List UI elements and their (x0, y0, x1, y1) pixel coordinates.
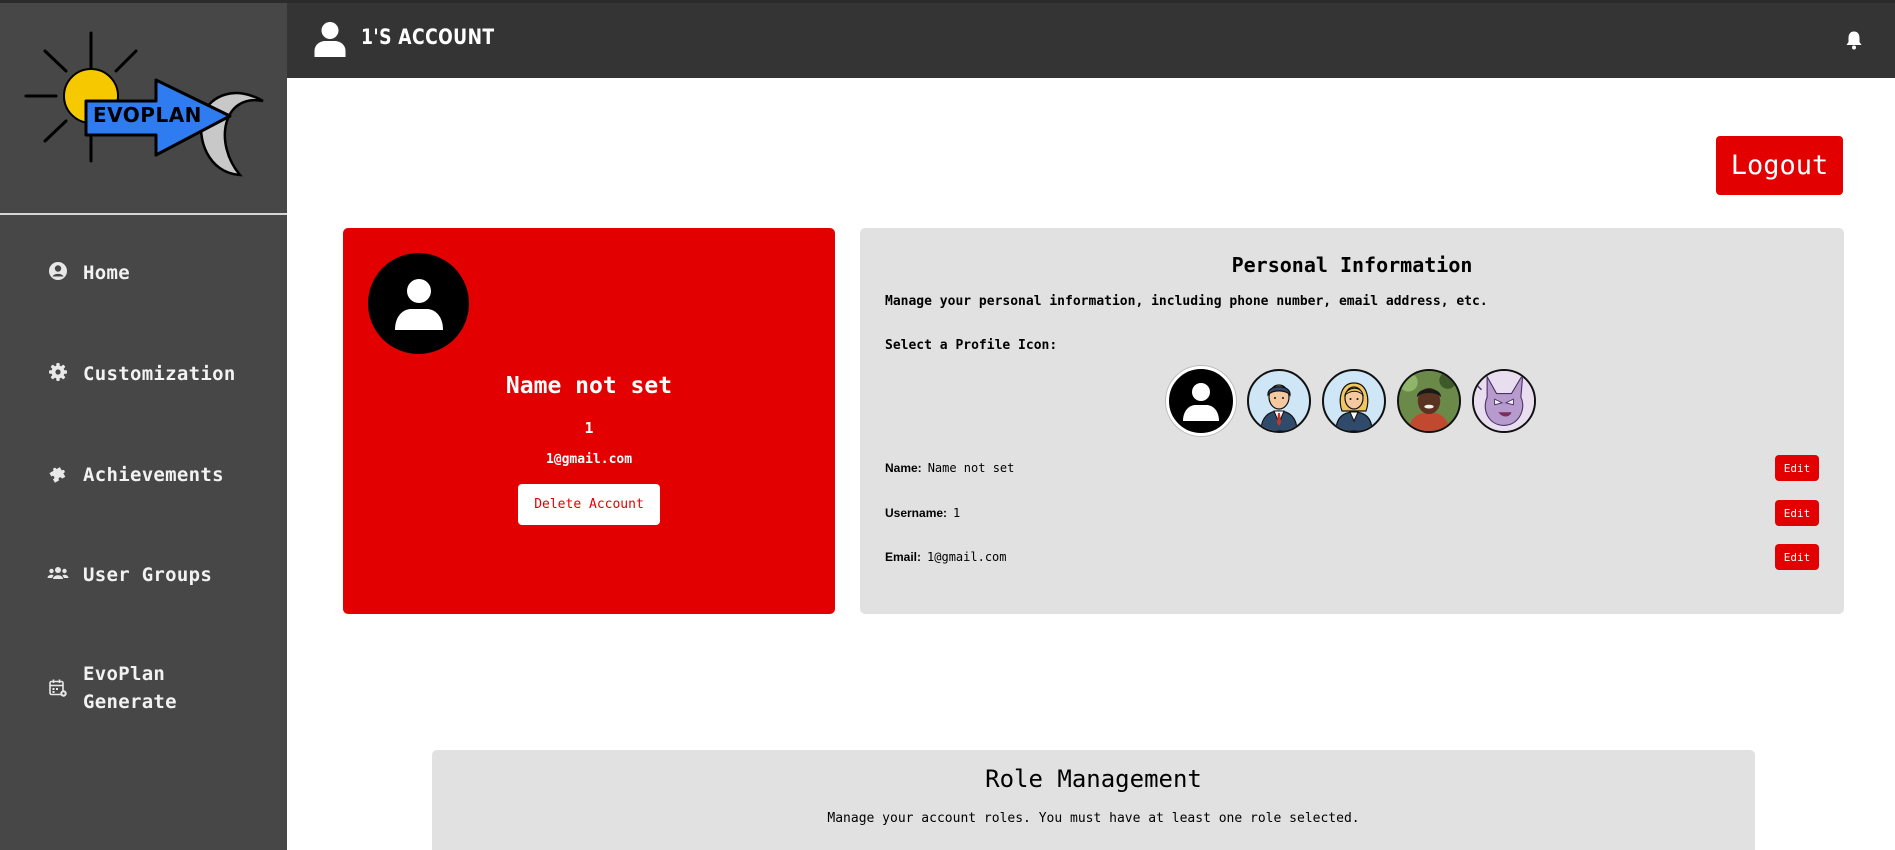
profile-name: Name not set (505, 373, 673, 399)
edit-email-button[interactable]: Edit (1775, 544, 1819, 570)
sidebar-item-customization[interactable]: Customization (47, 360, 253, 388)
sidebar-item-home[interactable]: Home (47, 259, 253, 287)
sidebar-item-evoplan-generate[interactable]: EvoPlan Generate (47, 660, 253, 716)
profile-icon-option-man[interactable] (1247, 369, 1311, 433)
icon-select-label: Select a Profile Icon: (885, 338, 1058, 353)
profile-icon-option-cat[interactable] (1472, 369, 1536, 433)
default-user-icon (1183, 383, 1219, 421)
sidebar-item-label: User Groups (83, 564, 213, 586)
default-user-icon (394, 278, 443, 330)
email-field-value: 1@gmail.com (927, 550, 1007, 564)
sidebar-item-user-groups[interactable]: User Groups (47, 561, 253, 589)
logo-divider (0, 213, 287, 215)
sidebar-item-label: Customization (83, 363, 236, 385)
role-management-card: Role Management Manage your account role… (432, 750, 1755, 850)
logo[interactable]: EVOPLAN (0, 3, 287, 213)
sidebar-item-label: EvoPlan Generate (83, 663, 177, 713)
sidebar: EVOPLAN Home Customization Achievements … (0, 3, 287, 850)
calendar-gear-icon (47, 677, 69, 699)
profile-icon-options (1166, 366, 1536, 436)
edit-username-button[interactable]: Edit (1775, 500, 1819, 526)
name-field-row: Name: Name not set Edit (885, 455, 1819, 481)
profile-card: Name not set 1 1@gmail.com Delete Accoun… (343, 228, 835, 614)
avatar (368, 253, 469, 354)
puzzle-icon (47, 462, 69, 484)
photo-avatar-icon (1399, 371, 1459, 431)
profile-icon-option-default[interactable] (1166, 366, 1236, 436)
bell-icon[interactable] (1845, 30, 1863, 54)
user-circle-icon (47, 260, 69, 282)
page-title: 1'S ACCOUNT (361, 25, 495, 49)
woman-avatar-icon (1335, 382, 1373, 431)
username-field-row: Username: 1 Edit (885, 500, 1819, 526)
logout-button[interactable]: Logout (1716, 136, 1843, 195)
logo-text: EVOPLAN (93, 103, 202, 127)
users-icon (47, 562, 69, 584)
role-management-title: Role Management (985, 765, 1202, 793)
email-field-label: Email: (885, 550, 922, 564)
personal-info-title: Personal Information (1231, 253, 1473, 277)
profile-icon-option-woman[interactable] (1322, 369, 1386, 433)
username-field-label: Username: (885, 506, 948, 520)
profile-email: 1@gmail.com (545, 452, 633, 467)
username-field-value: 1 (953, 506, 961, 520)
top-header: 1'S ACCOUNT (287, 3, 1895, 78)
profile-icon-option-photo[interactable] (1397, 369, 1461, 433)
cat-avatar-icon (1474, 371, 1534, 431)
role-management-description: Manage your account roles. You must have… (827, 811, 1360, 826)
profile-username: 1 (584, 419, 594, 437)
sidebar-item-achievements[interactable]: Achievements (47, 461, 253, 489)
gear-icon (47, 361, 69, 383)
edit-name-button[interactable]: Edit (1775, 455, 1819, 481)
name-field-value: Name not set (927, 461, 1015, 475)
sidebar-item-label: Home (83, 262, 130, 284)
email-field-row: Email: 1@gmail.com Edit (885, 544, 1819, 570)
personal-info-description: Manage your personal information, includ… (885, 294, 1488, 309)
name-field-label: Name: (885, 461, 922, 475)
personal-info-card: Personal Information Manage your persona… (860, 228, 1844, 614)
man-avatar-icon (1260, 384, 1298, 431)
sidebar-item-label: Achievements (83, 464, 224, 486)
account-user-icon (313, 21, 347, 61)
delete-account-button[interactable]: Delete Account (518, 484, 660, 525)
